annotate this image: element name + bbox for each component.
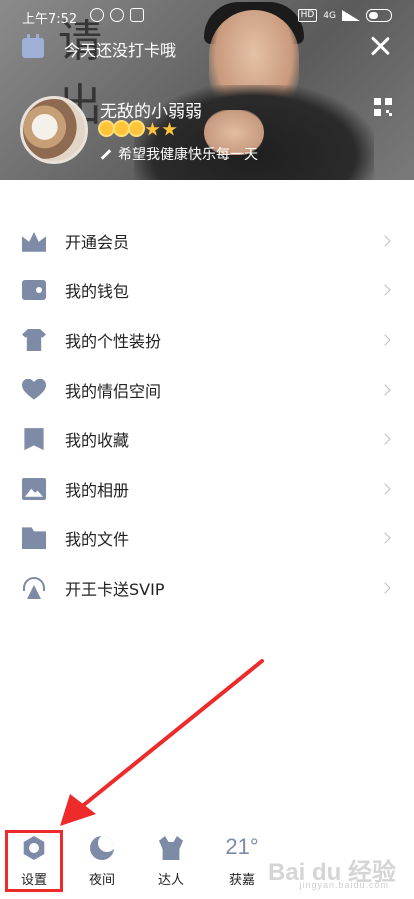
status-right: HD 4G [297, 9, 392, 22]
menu-item-label: 开王卡送SVIP [65, 579, 165, 599]
bookmark-icon [24, 428, 44, 451]
checkin-reminder[interactable]: 今天还没打卡哦 [22, 34, 176, 60]
calendar-icon [22, 34, 44, 58]
menu-item-label: 我的文件 [65, 530, 130, 550]
star-icon [145, 122, 160, 136]
signature-line[interactable]: 希望我健康快乐每一天 [100, 145, 258, 163]
folder-icon [22, 527, 46, 550]
alarm-icon [90, 8, 104, 22]
menu-item-king-card[interactable]: 开王卡送SVIP [0, 563, 414, 613]
profile-header: 请 出 上午7:52 HD 4G 今天还没打卡哦 无敌的小弱弱 希望我健康快乐每… [0, 0, 414, 180]
weather-button[interactable]: 21° 获嘉 [212, 834, 272, 894]
side-menu: 开通会员 我的钱包 我的个性装扮 我的情侣空间 我的收藏 我的相册 我的文件 开… [0, 216, 414, 613]
annotation-highlight-box [5, 830, 63, 892]
chevron-right-icon [379, 334, 391, 346]
menu-item-favorites[interactable]: 我的收藏 [0, 414, 414, 464]
chevron-right-icon [379, 483, 391, 495]
moon-icon [90, 836, 114, 860]
sun-icon [130, 122, 143, 135]
weather-location: 获嘉 [228, 873, 255, 888]
close-icon[interactable] [368, 34, 392, 58]
status-bar: 上午7:52 HD 4G [22, 6, 392, 28]
pen-icon [100, 148, 112, 160]
heart-icon [22, 379, 46, 401]
sun-icon [115, 122, 128, 135]
hd-badge: HD [297, 9, 318, 22]
chevron-right-icon [379, 433, 391, 445]
night-mode-label: 夜间 [88, 873, 115, 888]
night-mode-button[interactable]: 夜间 [72, 834, 132, 894]
album-icon [22, 477, 46, 500]
weather-temperature: 21° [225, 834, 259, 859]
chevron-right-icon [379, 532, 391, 545]
expert-label: 达人 [157, 873, 184, 888]
signal-tower-icon [22, 576, 46, 599]
level-badges[interactable] [100, 122, 177, 137]
menu-item-label: 我的个性装扮 [65, 331, 162, 351]
sync-icon [110, 8, 124, 22]
crown-icon [22, 231, 46, 252]
shirt-icon [22, 328, 46, 351]
username[interactable]: 无敌的小弱弱 [100, 97, 202, 122]
sun-icon [100, 122, 113, 135]
menu-item-label: 我的相册 [65, 480, 130, 500]
chevron-right-icon [379, 284, 391, 297]
menu-item-couple-space[interactable]: 我的情侣空间 [0, 365, 414, 415]
wallet-icon [22, 280, 46, 301]
checkin-text: 今天还没打卡哦 [64, 41, 177, 60]
battery-icon [366, 9, 392, 22]
expert-icon [159, 836, 183, 860]
menu-item-label: 开通会员 [65, 232, 130, 252]
network-type: 4G [323, 10, 336, 21]
chevron-right-icon [379, 235, 391, 247]
baidu-watermark-url: jingyan.baidu.com [299, 880, 389, 890]
menu-item-wallet[interactable]: 我的钱包 [0, 266, 414, 316]
signature-text: 希望我健康快乐每一天 [118, 147, 258, 163]
menu-item-files[interactable]: 我的文件 [0, 514, 414, 564]
chevron-right-icon [379, 582, 391, 594]
chevron-right-icon [379, 383, 391, 396]
menu-item-label: 我的情侣空间 [65, 381, 162, 401]
qr-code-icon[interactable] [374, 98, 392, 116]
expert-button[interactable]: 达人 [141, 834, 201, 894]
avatar[interactable] [20, 96, 88, 164]
status-time: 上午7:52 [22, 12, 78, 27]
menu-item-label: 我的钱包 [65, 282, 130, 302]
menu-item-personalize[interactable]: 我的个性装扮 [0, 315, 414, 365]
signal-icon [342, 10, 360, 21]
menu-item-vip[interactable]: 开通会员 [0, 216, 414, 266]
menu-item-label: 我的收藏 [65, 431, 130, 451]
app-notification-icon [130, 8, 144, 22]
star-icon [162, 122, 177, 136]
menu-item-album[interactable]: 我的相册 [0, 464, 414, 514]
